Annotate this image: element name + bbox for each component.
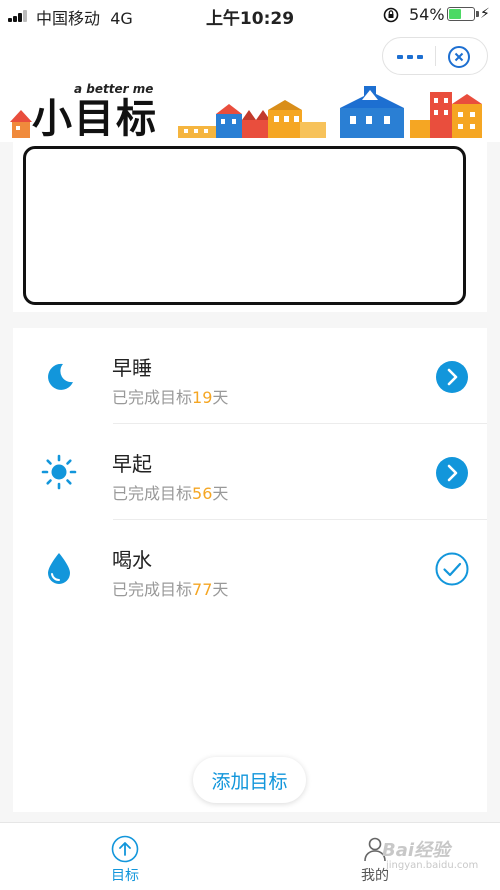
water-drop-icon [48, 553, 70, 584]
miniapp-capsule [382, 37, 488, 75]
goal-progress-text: 已完成目标56天 [112, 484, 229, 503]
miniapp-close-icon[interactable] [447, 45, 471, 69]
more-dots-icon[interactable] [397, 54, 423, 60]
goal-days: 56 [192, 484, 213, 503]
banner-image-placeholder [23, 146, 466, 305]
completed-check-icon[interactable] [435, 552, 469, 586]
goal-item-early-rise[interactable]: 早起 已完成目标56天 [13, 424, 487, 520]
tab-label: 目标 [111, 868, 139, 884]
goal-name: 早起 [112, 452, 152, 476]
add-goal-button[interactable]: 添加目标 [193, 757, 306, 803]
arrow-up-circle-icon [111, 835, 139, 863]
charging-icon: ⚡ [480, 6, 490, 22]
go-arrow-icon[interactable] [435, 456, 469, 490]
battery-icon [447, 7, 479, 21]
goal-days: 19 [192, 388, 213, 407]
moon-icon [48, 363, 73, 390]
goal-name: 喝水 [112, 548, 152, 572]
orientation-lock-icon [383, 7, 399, 23]
tab-goals[interactable]: 目标 [65, 823, 185, 890]
goal-progress-text: 已完成目标19天 [112, 388, 229, 407]
battery-fill [449, 9, 462, 19]
watermark-text: Bai经验 [382, 840, 451, 861]
app-logo: a better me 小目标 [32, 82, 158, 144]
go-arrow-icon[interactable] [435, 360, 469, 394]
goal-days: 77 [192, 580, 213, 599]
banner-card [13, 142, 487, 312]
sun-icon [41, 454, 77, 490]
status-bar: 中国移动 4G 上午10:29 54% ⚡ [0, 0, 500, 30]
goal-item-drink-water[interactable]: 喝水 已完成目标77天 [13, 520, 487, 616]
goal-name: 早睡 [112, 356, 152, 380]
watermark-url: jingyan.baidu.com [386, 860, 479, 871]
goals-list: 早睡 已完成目标19天 早起 已完成目标56天 喝水 已完成目标77天 [13, 328, 487, 812]
goal-progress-text: 已完成目标77天 [112, 580, 229, 599]
goal-item-early-sleep[interactable]: 早睡 已完成目标19天 [13, 328, 487, 424]
logo-subtitle: a better me [74, 82, 154, 96]
app-header: a better me 小目标 [0, 30, 500, 142]
battery-percent: 54% [409, 5, 445, 24]
